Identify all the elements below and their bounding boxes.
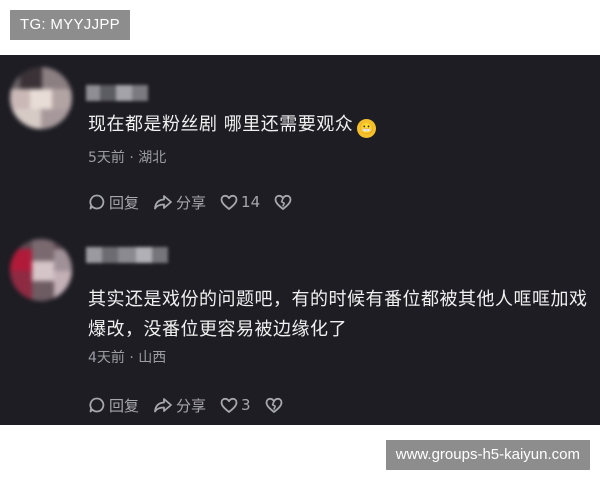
broken-heart-icon — [265, 397, 282, 413]
grimacing-face-emoji-icon: 😬 — [357, 119, 377, 138]
broken-heart-icon — [274, 194, 292, 210]
heart-icon — [220, 397, 238, 413]
share-arrow-icon — [154, 398, 172, 413]
comment-meta: 5天前 · 湖北 — [88, 150, 167, 166]
like-button[interactable]: 14 — [220, 193, 260, 211]
dislike-button[interactable] — [274, 194, 292, 211]
reply-label: 回复 — [109, 193, 140, 212]
avatar[interactable] — [10, 239, 72, 301]
watermark-bottom: www.groups-h5-kaiyun.com — [385, 440, 590, 470]
avatar[interactable] — [10, 67, 72, 129]
reply-label: 回复 — [109, 396, 140, 415]
username-redacted[interactable] — [86, 85, 148, 101]
like-button[interactable]: 3 — [220, 396, 251, 414]
chat-bubble-icon — [89, 194, 105, 210]
chat-bubble-icon — [89, 397, 105, 413]
like-count: 3 — [241, 396, 251, 414]
comment-text: 其实还是戏份的问题吧，有的时候有番位都被其他人哐哐加戏爆改，没番位更容易被边缘化… — [88, 289, 588, 340]
dislike-button[interactable] — [265, 397, 283, 414]
share-button[interactable]: 分享 — [153, 395, 206, 416]
reply-button[interactable]: 回复 — [88, 192, 139, 213]
comment-actions: 回复 分享 3 — [88, 393, 297, 417]
comment-actions: 回复 分享 14 — [88, 190, 306, 214]
comment-text: 现在都是粉丝剧 哪里还需要观众 😬 — [88, 110, 593, 140]
share-label: 分享 — [176, 396, 207, 415]
watermark-top: TG: MYYJJPP — [10, 10, 130, 40]
comment-list: 现在都是粉丝剧 哪里还需要观众 😬 5天前 · 湖北 回复 分享 14 其实还是… — [0, 55, 600, 425]
username-redacted[interactable] — [86, 247, 168, 263]
reply-button[interactable]: 回复 — [88, 395, 139, 416]
share-arrow-icon — [154, 195, 172, 210]
heart-icon — [220, 194, 238, 210]
comment-meta: 4天前 · 山西 — [88, 350, 167, 366]
share-button[interactable]: 分享 — [153, 192, 206, 213]
share-label: 分享 — [176, 193, 207, 212]
like-count: 14 — [241, 193, 261, 211]
